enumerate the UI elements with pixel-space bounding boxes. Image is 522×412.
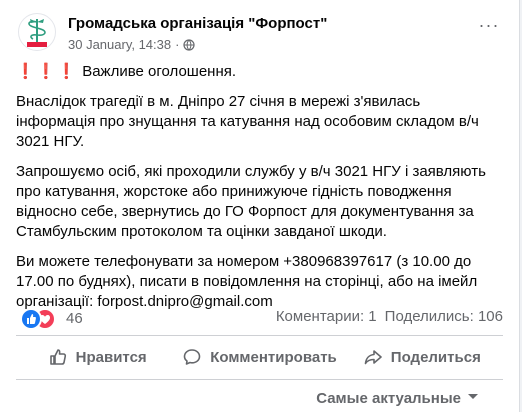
post-meta: 30 January, 14:38 · xyxy=(68,37,196,54)
share-icon xyxy=(364,350,382,365)
comment-icon xyxy=(183,349,201,365)
headline-text: Важливе оголошення. xyxy=(82,63,237,80)
comment-label: Комментировать xyxy=(210,348,337,366)
post-actions: Нравится Комментировать Поделиться xyxy=(16,339,503,375)
like-label: Нравится xyxy=(75,348,147,366)
post-stats: 46 Коментарии: 1 Поделились: 106 xyxy=(16,306,503,330)
post-timestamp[interactable]: 30 January, 14:38 xyxy=(68,37,171,52)
post-header: Громадська організація "Форпост" 30 Janu… xyxy=(16,12,503,56)
more-options-button[interactable]: ··· xyxy=(475,16,503,38)
page-name-link[interactable]: Громадська організація "Форпост" xyxy=(68,15,327,32)
forpost-logo-icon xyxy=(27,19,47,47)
like-button[interactable]: Нравится xyxy=(16,339,178,375)
share-button[interactable]: Поделиться xyxy=(341,339,503,375)
page-avatar[interactable] xyxy=(18,13,56,51)
exclamation-emoji: ❗❗❗ xyxy=(16,63,79,80)
divider-bottom xyxy=(16,379,503,380)
divider-top xyxy=(16,335,503,336)
engagement-stats: Коментарии: 1 Поделились: 106 xyxy=(276,308,503,325)
paragraph-2: Запрошуємо осіб, які проходили службу у … xyxy=(16,163,486,240)
share-label: Поделиться xyxy=(390,348,481,366)
paragraph-1: Внаслідок трагедії в м. Дніпро 27 січня … xyxy=(16,93,479,150)
reactions-count: 46 xyxy=(66,310,83,327)
comments-count[interactable]: Коментарии: 1 xyxy=(276,308,377,325)
comment-button[interactable]: Комментировать xyxy=(178,339,340,375)
post-text: ❗❗❗ Важливе оголошення. Внаслідок трагед… xyxy=(16,62,500,322)
paragraph-3: Ви можете телефонувати за номером +38096… xyxy=(16,253,478,310)
like-reaction-icon xyxy=(20,308,42,330)
headline-line: ❗❗❗ Важливе оголошення. xyxy=(16,62,500,82)
meta-separator: · xyxy=(175,37,180,52)
sort-label: Самые актуальные xyxy=(316,390,461,407)
shares-count[interactable]: Поделились: 106 xyxy=(385,308,503,325)
globe-icon[interactable] xyxy=(183,39,196,54)
chevron-down-icon xyxy=(467,388,479,405)
post-card: Громадська організація "Форпост" 30 Janu… xyxy=(0,0,520,412)
comment-sort-dropdown[interactable]: Самые актуальные xyxy=(316,388,479,407)
thumbs-up-icon xyxy=(49,349,66,365)
